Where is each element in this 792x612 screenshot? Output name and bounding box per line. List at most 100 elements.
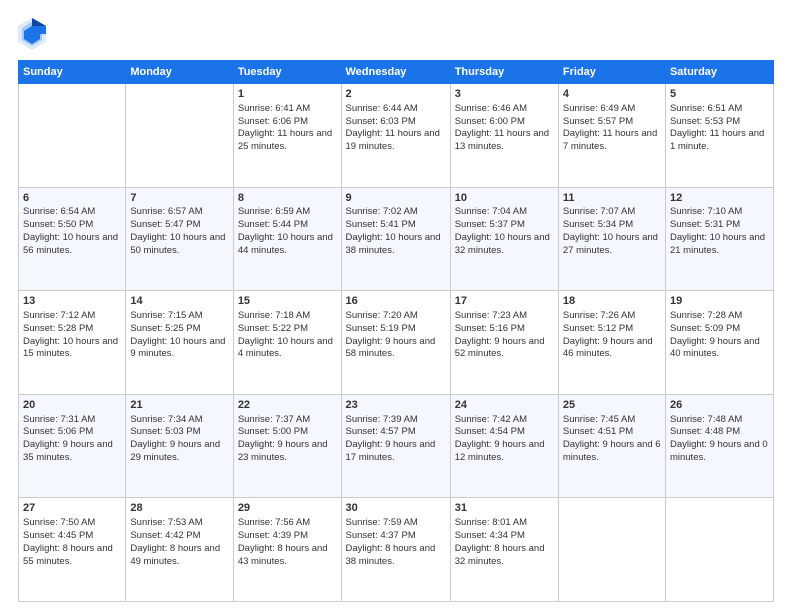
page: SundayMondayTuesdayWednesdayThursdayFrid… xyxy=(0,0,792,612)
cell-text: Sunset: 5:25 PM xyxy=(130,323,228,336)
calendar-week-row: 1Sunrise: 6:41 AMSunset: 6:06 PMDaylight… xyxy=(19,84,774,188)
cell-text: Sunset: 6:06 PM xyxy=(238,116,337,129)
cell-text: Sunrise: 7:39 AM xyxy=(346,414,446,427)
calendar-cell: 9Sunrise: 7:02 AMSunset: 5:41 PMDaylight… xyxy=(341,187,450,291)
cell-text: Daylight: 9 hours and 58 minutes. xyxy=(346,336,446,362)
cell-text: Sunrise: 6:44 AM xyxy=(346,103,446,116)
cell-text: Daylight: 9 hours and 17 minutes. xyxy=(346,439,446,465)
cell-text: Sunset: 4:45 PM xyxy=(23,530,121,543)
cell-text: Daylight: 10 hours and 21 minutes. xyxy=(670,232,769,258)
cell-text: Daylight: 9 hours and 29 minutes. xyxy=(130,439,228,465)
cell-text: Daylight: 9 hours and 12 minutes. xyxy=(455,439,554,465)
day-number: 25 xyxy=(563,398,661,413)
calendar-cell: 16Sunrise: 7:20 AMSunset: 5:19 PMDayligh… xyxy=(341,291,450,395)
calendar-week-row: 13Sunrise: 7:12 AMSunset: 5:28 PMDayligh… xyxy=(19,291,774,395)
calendar-cell: 26Sunrise: 7:48 AMSunset: 4:48 PMDayligh… xyxy=(665,394,773,498)
cell-text: Daylight: 10 hours and 4 minutes. xyxy=(238,336,337,362)
cell-text: Sunrise: 7:42 AM xyxy=(455,414,554,427)
cell-text: Sunrise: 8:01 AM xyxy=(455,517,554,530)
cell-text: Daylight: 10 hours and 15 minutes. xyxy=(23,336,121,362)
calendar-cell: 1Sunrise: 6:41 AMSunset: 6:06 PMDaylight… xyxy=(233,84,341,188)
cell-text: Sunset: 5:50 PM xyxy=(23,219,121,232)
cell-text: Sunset: 5:19 PM xyxy=(346,323,446,336)
day-number: 11 xyxy=(563,191,661,206)
day-number: 2 xyxy=(346,87,446,102)
calendar-cell: 12Sunrise: 7:10 AMSunset: 5:31 PMDayligh… xyxy=(665,187,773,291)
cell-text: Sunset: 4:34 PM xyxy=(455,530,554,543)
cell-text: Sunset: 6:00 PM xyxy=(455,116,554,129)
cell-text: Sunset: 5:22 PM xyxy=(238,323,337,336)
cell-text: Sunset: 5:31 PM xyxy=(670,219,769,232)
cell-text: Daylight: 10 hours and 9 minutes. xyxy=(130,336,228,362)
calendar-week-row: 27Sunrise: 7:50 AMSunset: 4:45 PMDayligh… xyxy=(19,498,774,602)
cell-text: Sunrise: 6:51 AM xyxy=(670,103,769,116)
calendar-header-saturday: Saturday xyxy=(665,61,773,84)
cell-text: Sunset: 4:48 PM xyxy=(670,426,769,439)
calendar-cell: 25Sunrise: 7:45 AMSunset: 4:51 PMDayligh… xyxy=(558,394,665,498)
cell-text: Daylight: 11 hours and 7 minutes. xyxy=(563,128,661,154)
cell-text: Sunrise: 7:28 AM xyxy=(670,310,769,323)
calendar-cell: 8Sunrise: 6:59 AMSunset: 5:44 PMDaylight… xyxy=(233,187,341,291)
day-number: 17 xyxy=(455,294,554,309)
calendar: SundayMondayTuesdayWednesdayThursdayFrid… xyxy=(18,60,774,602)
calendar-header-monday: Monday xyxy=(126,61,233,84)
calendar-header-sunday: Sunday xyxy=(19,61,126,84)
day-number: 14 xyxy=(130,294,228,309)
day-number: 5 xyxy=(670,87,769,102)
calendar-header-thursday: Thursday xyxy=(450,61,558,84)
day-number: 19 xyxy=(670,294,769,309)
day-number: 29 xyxy=(238,501,337,516)
cell-text: Sunrise: 7:23 AM xyxy=(455,310,554,323)
cell-text: Sunset: 5:06 PM xyxy=(23,426,121,439)
cell-text: Sunrise: 7:45 AM xyxy=(563,414,661,427)
cell-text: Daylight: 9 hours and 0 minutes. xyxy=(670,439,769,465)
day-number: 30 xyxy=(346,501,446,516)
day-number: 12 xyxy=(670,191,769,206)
cell-text: Sunrise: 6:41 AM xyxy=(238,103,337,116)
cell-text: Sunrise: 7:18 AM xyxy=(238,310,337,323)
cell-text: Sunrise: 7:10 AM xyxy=(670,206,769,219)
calendar-cell: 30Sunrise: 7:59 AMSunset: 4:37 PMDayligh… xyxy=(341,498,450,602)
cell-text: Sunrise: 7:34 AM xyxy=(130,414,228,427)
cell-text: Sunrise: 7:31 AM xyxy=(23,414,121,427)
day-number: 26 xyxy=(670,398,769,413)
day-number: 28 xyxy=(130,501,228,516)
day-number: 8 xyxy=(238,191,337,206)
calendar-cell: 29Sunrise: 7:56 AMSunset: 4:39 PMDayligh… xyxy=(233,498,341,602)
cell-text: Sunrise: 7:53 AM xyxy=(130,517,228,530)
cell-text: Sunrise: 7:07 AM xyxy=(563,206,661,219)
cell-text: Daylight: 11 hours and 13 minutes. xyxy=(455,128,554,154)
cell-text: Sunset: 4:57 PM xyxy=(346,426,446,439)
day-number: 9 xyxy=(346,191,446,206)
calendar-cell: 23Sunrise: 7:39 AMSunset: 4:57 PMDayligh… xyxy=(341,394,450,498)
cell-text: Sunset: 5:47 PM xyxy=(130,219,228,232)
calendar-cell: 6Sunrise: 6:54 AMSunset: 5:50 PMDaylight… xyxy=(19,187,126,291)
cell-text: Daylight: 10 hours and 38 minutes. xyxy=(346,232,446,258)
cell-text: Daylight: 11 hours and 19 minutes. xyxy=(346,128,446,154)
cell-text: Sunset: 4:37 PM xyxy=(346,530,446,543)
cell-text: Sunset: 5:00 PM xyxy=(238,426,337,439)
cell-text: Daylight: 9 hours and 40 minutes. xyxy=(670,336,769,362)
cell-text: Daylight: 9 hours and 35 minutes. xyxy=(23,439,121,465)
day-number: 13 xyxy=(23,294,121,309)
calendar-cell: 19Sunrise: 7:28 AMSunset: 5:09 PMDayligh… xyxy=(665,291,773,395)
calendar-cell: 3Sunrise: 6:46 AMSunset: 6:00 PMDaylight… xyxy=(450,84,558,188)
cell-text: Sunrise: 7:56 AM xyxy=(238,517,337,530)
calendar-cell: 18Sunrise: 7:26 AMSunset: 5:12 PMDayligh… xyxy=(558,291,665,395)
cell-text: Daylight: 8 hours and 32 minutes. xyxy=(455,543,554,569)
cell-text: Sunrise: 6:59 AM xyxy=(238,206,337,219)
logo-icon xyxy=(18,18,46,50)
cell-text: Sunset: 5:28 PM xyxy=(23,323,121,336)
day-number: 21 xyxy=(130,398,228,413)
cell-text: Sunset: 5:44 PM xyxy=(238,219,337,232)
cell-text: Sunrise: 7:26 AM xyxy=(563,310,661,323)
day-number: 27 xyxy=(23,501,121,516)
cell-text: Sunset: 5:57 PM xyxy=(563,116,661,129)
calendar-cell: 31Sunrise: 8:01 AMSunset: 4:34 PMDayligh… xyxy=(450,498,558,602)
header xyxy=(18,18,774,50)
calendar-cell: 11Sunrise: 7:07 AMSunset: 5:34 PMDayligh… xyxy=(558,187,665,291)
calendar-cell: 4Sunrise: 6:49 AMSunset: 5:57 PMDaylight… xyxy=(558,84,665,188)
cell-text: Daylight: 8 hours and 49 minutes. xyxy=(130,543,228,569)
cell-text: Daylight: 9 hours and 6 minutes. xyxy=(563,439,661,465)
day-number: 7 xyxy=(130,191,228,206)
